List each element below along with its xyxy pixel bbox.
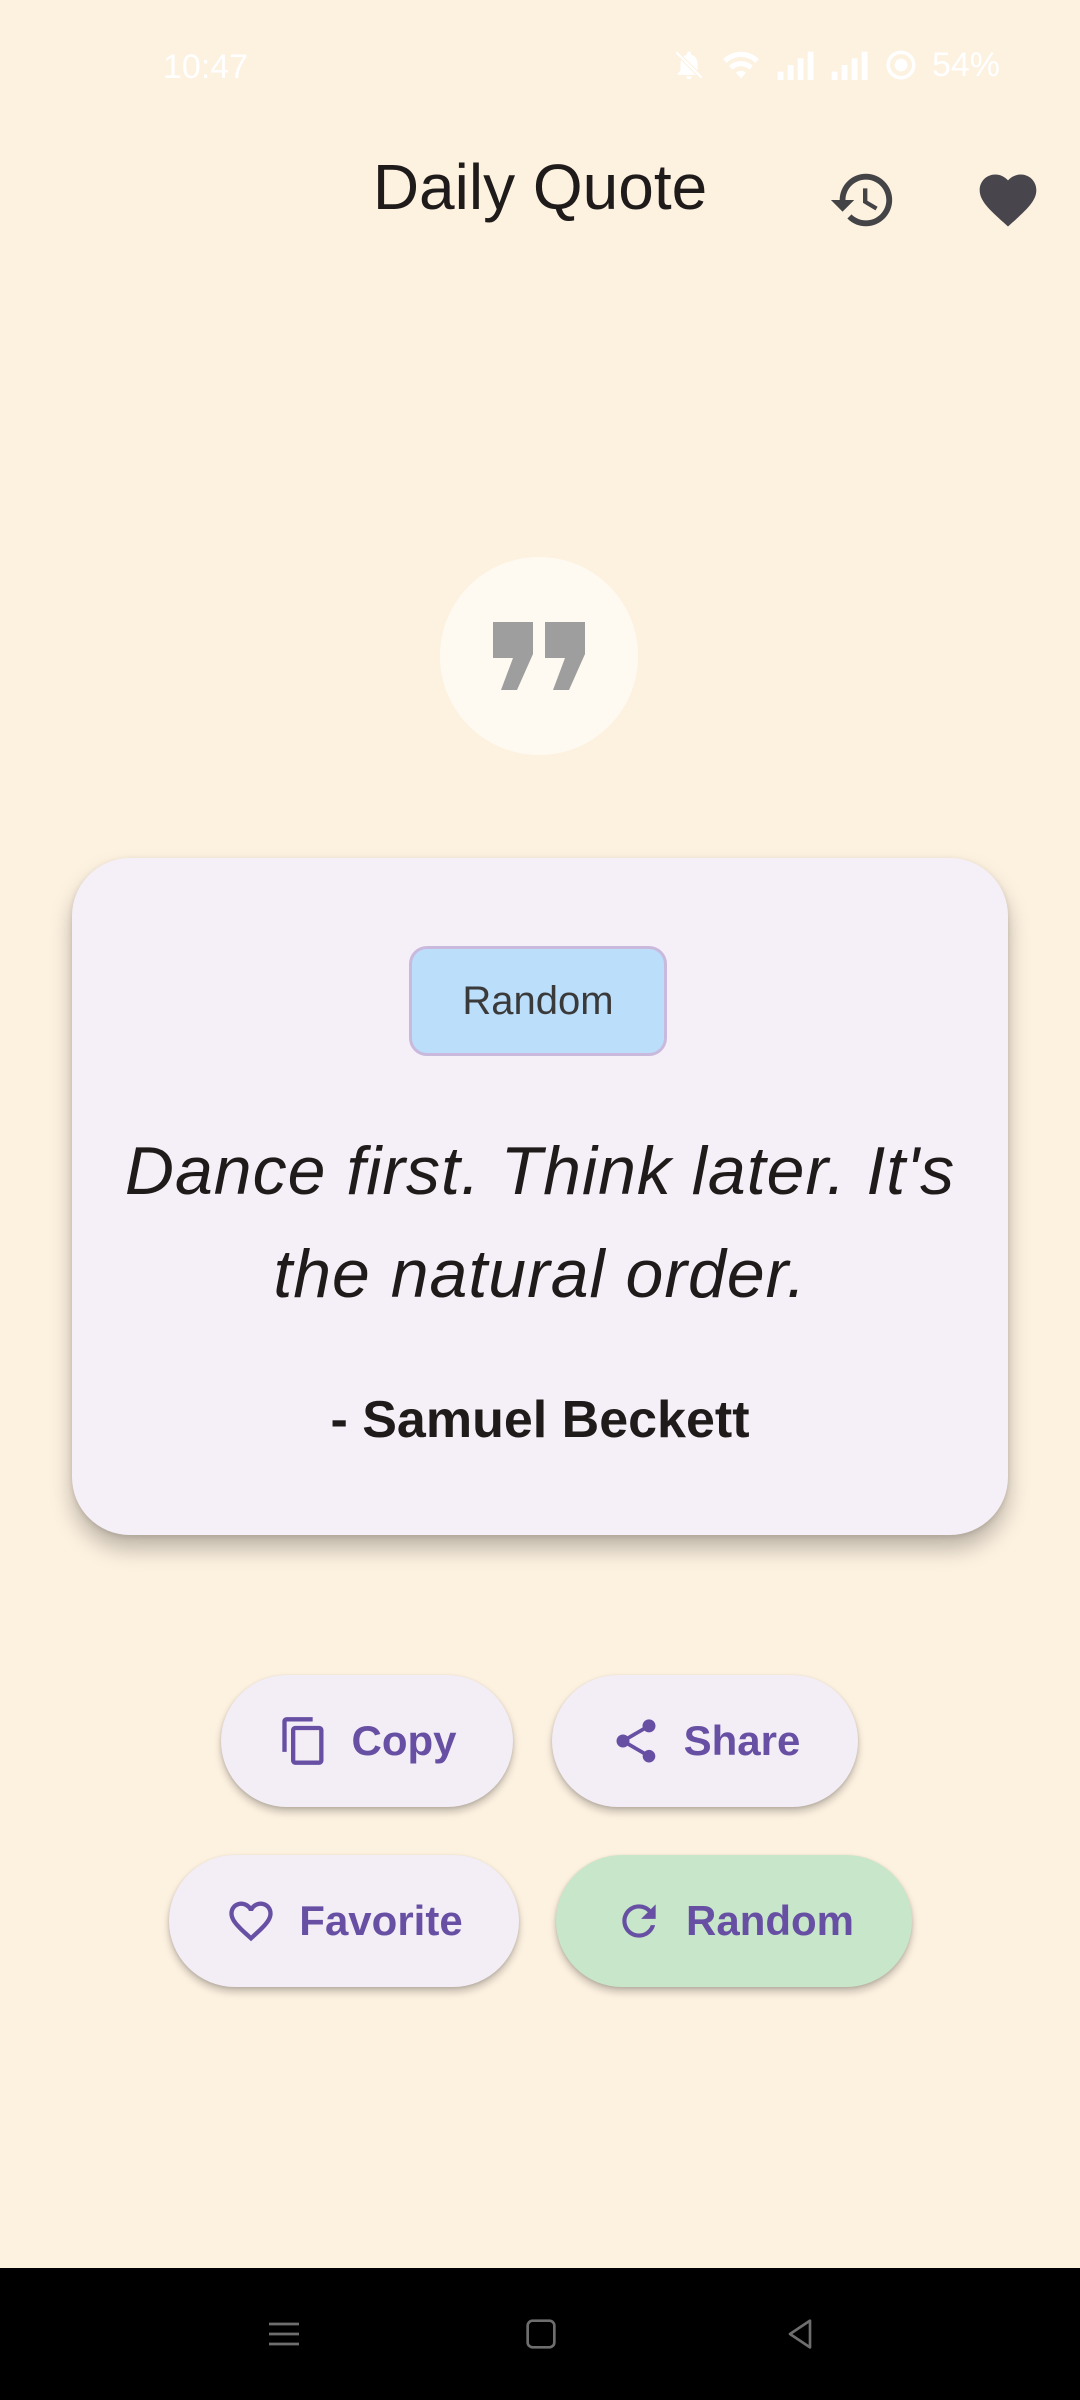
favorites-button[interactable] — [968, 160, 1048, 240]
menu-icon — [269, 2322, 299, 2346]
navigation-bar — [0, 2268, 1080, 2400]
nav-menu-button[interactable] — [254, 2304, 314, 2364]
category-chip: Random — [409, 946, 667, 1056]
format-quote-icon — [493, 622, 585, 690]
status-bar: 10:47 54% — [0, 0, 1080, 140]
history-icon — [830, 173, 893, 227]
favorite-label: Favorite — [299, 1897, 463, 1944]
battery-percent: 54% — [931, 45, 1000, 84]
battery-saver-icon — [886, 50, 916, 80]
copy-label: Copy — [351, 1717, 457, 1764]
nav-back-button[interactable] — [770, 2304, 830, 2364]
quote-text: Dance first. Think later. It's the natur… — [124, 1133, 956, 1312]
signal-icon — [777, 51, 814, 80]
favorite-button[interactable]: Favorite — [169, 1855, 519, 1987]
copy-icon — [281, 1717, 323, 1765]
random-label: Random — [686, 1897, 854, 1944]
page-title: Daily Quote — [372, 151, 708, 223]
wifi-icon — [723, 51, 759, 79]
status-icons: 54% — [672, 40, 1000, 90]
history-button[interactable] — [823, 160, 903, 240]
back-icon — [788, 2319, 812, 2349]
quote-card: Random Dance first. Think later. It's th… — [72, 858, 1008, 1535]
refresh-icon — [622, 1904, 656, 1938]
random-button[interactable]: Random — [556, 1855, 912, 1987]
heart-outline-icon — [229, 1901, 273, 1942]
quote-author: - Samuel Beckett — [330, 1391, 750, 1449]
signal-icon — [831, 51, 868, 80]
heart-filled-icon — [979, 174, 1037, 227]
status-time: 10:47 — [163, 48, 249, 86]
copy-button[interactable]: Copy — [221, 1675, 513, 1807]
quote-icon-circle — [440, 557, 638, 755]
nav-home-button[interactable] — [511, 2304, 571, 2364]
share-icon — [616, 1719, 656, 1763]
share-button[interactable]: Share — [552, 1675, 858, 1807]
share-label: Share — [683, 1717, 801, 1764]
home-icon — [526, 2319, 556, 2349]
bell-off-icon — [674, 50, 704, 80]
